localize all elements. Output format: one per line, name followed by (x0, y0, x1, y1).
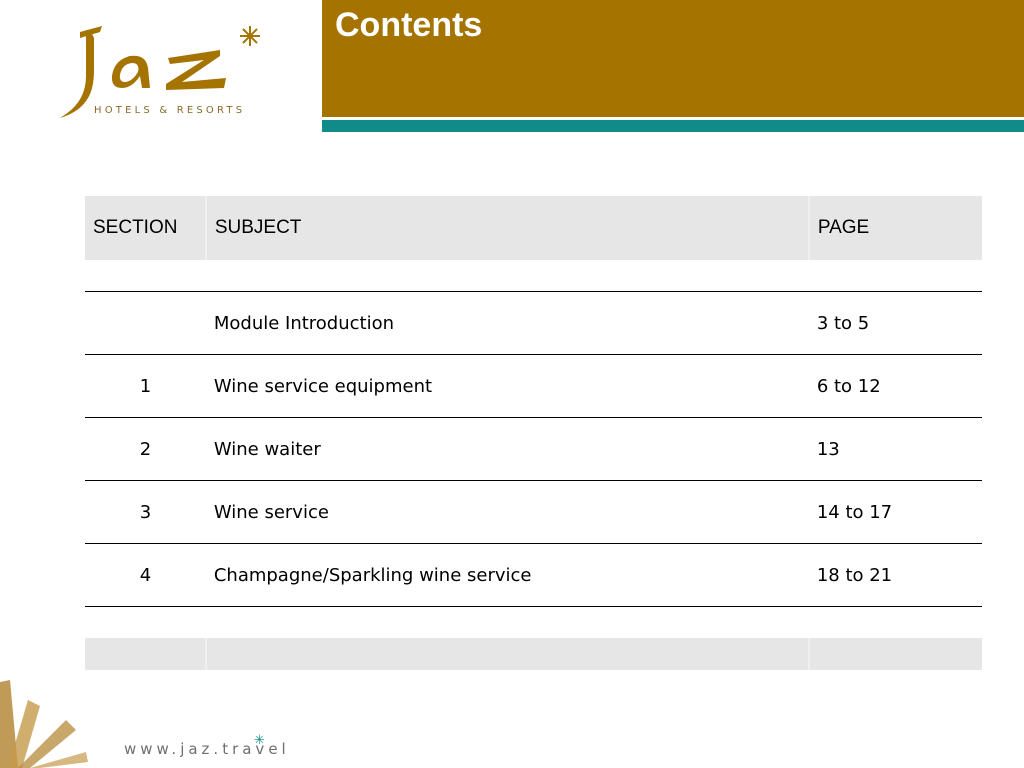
asterisk-icon: ✳ (254, 733, 265, 748)
section-cell: 4 (85, 543, 206, 607)
column-header-section: SECTION (85, 196, 206, 260)
section-cell (85, 291, 206, 355)
table-row: 3 Wine service 14 to 17 (85, 480, 982, 544)
page-title: Contents (335, 6, 483, 44)
page-cell: 6 to 12 (808, 354, 982, 418)
page-cell: 14 to 17 (808, 480, 982, 544)
subject-cell: Champagne/Sparkling wine service (205, 543, 809, 607)
logo-tagline: HOTELS & RESORTS (94, 105, 245, 116)
table-header-row: SECTION SUBJECT PAGE (85, 196, 982, 260)
page-cell: 18 to 21 (808, 543, 982, 607)
section-cell: 1 (85, 354, 206, 418)
page-cell: 3 to 5 (808, 291, 982, 355)
column-header-page: PAGE (807, 196, 982, 260)
subject-cell: Wine service (205, 480, 809, 544)
table-row: Module Introduction 3 to 5 (85, 291, 982, 355)
jaz-logo: HOTELS & RESORTS (60, 26, 260, 118)
table-spacer-row (85, 607, 982, 639)
table-footer-row (85, 638, 982, 670)
page-cell: 13 (808, 417, 982, 481)
section-cell: 3 (85, 480, 206, 544)
column-header-subject: SUBJECT (204, 196, 809, 260)
subject-cell: Module Introduction (205, 291, 809, 355)
title-accent-strip (322, 120, 1024, 132)
title-bar: Contents (322, 0, 1024, 117)
subject-cell: Wine service equipment (205, 354, 809, 418)
table-row: 2 Wine waiter 13 (85, 417, 982, 481)
section-cell: 2 (85, 417, 206, 481)
contents-table: SECTION SUBJECT PAGE Module Introduction… (85, 196, 982, 670)
table-row: 1 Wine service equipment 6 to 12 (85, 354, 982, 418)
corner-rays-decoration (0, 680, 88, 768)
table-spacer-row (85, 260, 982, 292)
table-row: 4 Champagne/Sparkling wine service 18 to… (85, 543, 982, 607)
subject-cell: Wine waiter (205, 417, 809, 481)
